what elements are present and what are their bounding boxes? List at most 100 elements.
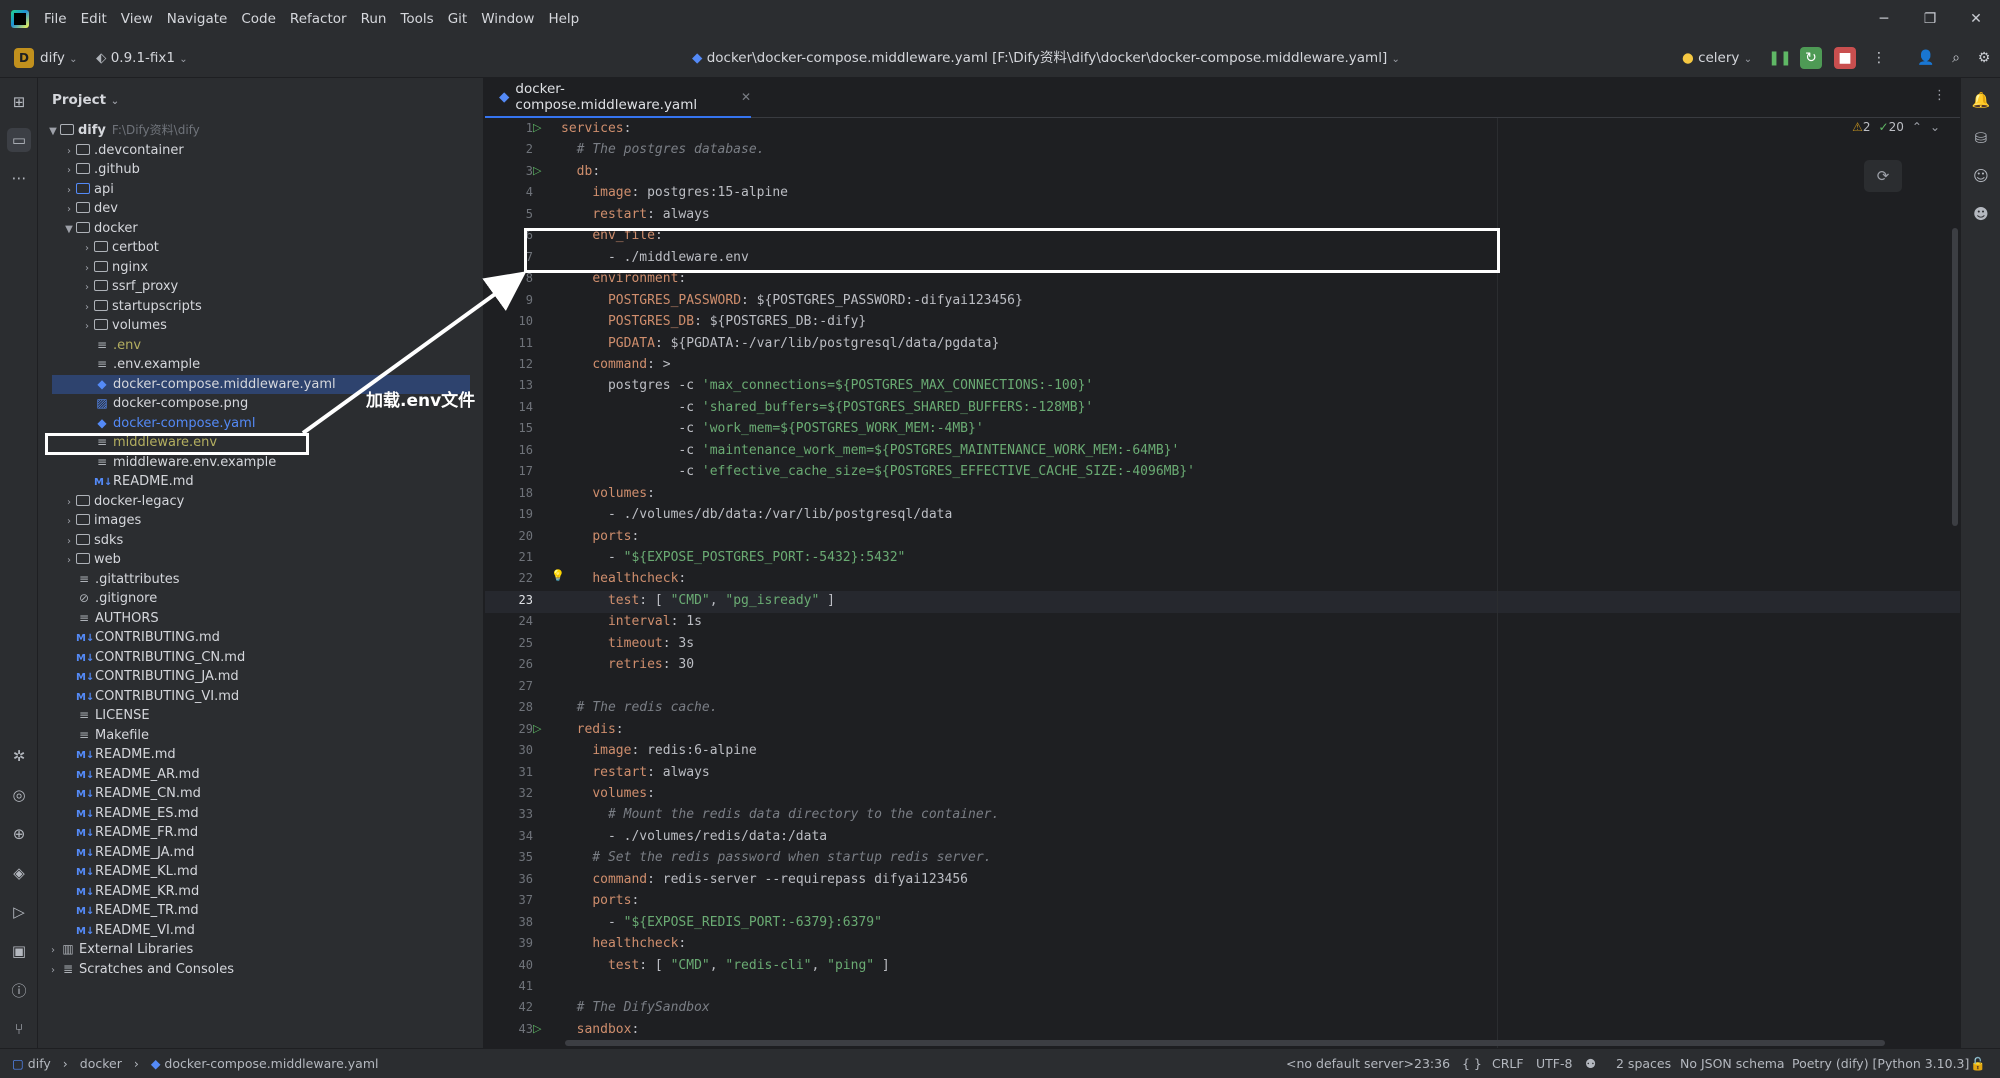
pause-icon[interactable]: ❚❚ (1768, 47, 1791, 69)
code-line[interactable]: # The postgres database. (561, 139, 765, 160)
tree-item-contributing-ja[interactable]: M↓CONTRIBUTING_JA.md (76, 667, 239, 687)
tree-item-nginx[interactable]: › nginx (80, 258, 148, 278)
tree-item-contributing-vi[interactable]: M↓CONTRIBUTING_VI.md (76, 687, 239, 707)
tree-item-docker[interactable]: ▼ docker (62, 219, 138, 239)
inspection-widget[interactable]: ⚠2 ✓20 ⌃ ⌄ (1852, 120, 1940, 134)
code-line[interactable]: ports: (561, 526, 639, 547)
stop-icon[interactable]: ■ (1834, 47, 1856, 69)
code-line[interactable]: ports: (561, 890, 639, 911)
git-icon[interactable]: ⑂ (7, 1017, 31, 1041)
code-line[interactable]: - "${EXPOSE_REDIS_PORT:-6379}:6379" (561, 912, 882, 933)
breadcrumb-dir[interactable]: docker (80, 1056, 122, 1071)
tree-item-images[interactable]: › images (62, 511, 141, 531)
code-line[interactable]: retries: 30 (561, 654, 694, 675)
run-icon[interactable]: ▷ (7, 900, 31, 924)
settings-icon[interactable]: ⚙ (1973, 47, 1995, 69)
debug-icon[interactable]: ✲ (7, 744, 31, 768)
structure-icon[interactable]: ⊞ (7, 90, 31, 114)
menu-tools[interactable]: Tools (393, 0, 440, 38)
run-gutter-icon[interactable]: ▷ (533, 121, 541, 134)
minimize-icon[interactable]: ─ (1862, 0, 1906, 38)
tree-item-devcontainer[interactable]: › .devcontainer (62, 141, 184, 161)
tree-item-makefile[interactable]: ≡ Makefile (76, 726, 149, 746)
menu-help[interactable]: Help (541, 0, 586, 38)
code-line[interactable]: restart: always (561, 762, 709, 783)
breadcrumb-file[interactable]: docker-compose.middleware.yaml (164, 1056, 378, 1071)
code-line[interactable]: # Mount the redis data directory to the … (561, 804, 999, 825)
cursor-position[interactable]: 23:36 (1414, 1049, 1450, 1078)
tree-item-license[interactable]: ≡ LICENSE (76, 706, 150, 726)
project-badge[interactable]: D (14, 48, 34, 68)
notifications-icon[interactable]: 🔔 (1969, 88, 1993, 112)
problems-icon[interactable]: ⓘ (7, 978, 31, 1002)
tree-item-readme-kl[interactable]: M↓README_KL.md (76, 862, 198, 882)
code-line[interactable]: healthcheck: (561, 933, 686, 954)
tree-item-external-libraries[interactable]: › ▥ External Libraries (46, 940, 193, 960)
menu-git[interactable]: Git (441, 0, 475, 38)
file-encoding[interactable]: UTF-8 (1536, 1049, 1572, 1078)
chevron-up-icon[interactable]: ⌃ (1912, 120, 1922, 134)
run-gutter-icon[interactable]: ▷ (533, 164, 541, 177)
project-folder-icon[interactable]: ▭ (7, 128, 31, 152)
menu-file[interactable]: File (37, 0, 74, 38)
menu-view[interactable]: View (114, 0, 160, 38)
more-horizontal-icon[interactable]: ⋯ (7, 166, 31, 190)
code-style-toggle[interactable]: { } (1462, 1049, 1482, 1078)
code-line[interactable]: interval: 1s (561, 611, 702, 632)
tree-item-readme-es[interactable]: M↓README_ES.md (76, 804, 199, 824)
tree-item-certbot[interactable]: › certbot (80, 238, 159, 258)
tree-item-env-example[interactable]: ≡ .env.example (94, 355, 200, 375)
code-line[interactable]: image: redis:6-alpine (561, 740, 756, 761)
database-icon[interactable]: ⛁ (1969, 126, 1993, 150)
tree-item-gitignore[interactable]: ⊘ .gitignore (76, 589, 157, 609)
tab-docker-compose-middleware[interactable]: ◆ docker-compose.middleware.yaml ✕ (485, 78, 751, 118)
tree-item-docker-legacy[interactable]: › docker-legacy (62, 492, 184, 512)
layers-icon[interactable]: ◈ (7, 861, 31, 885)
tree-item-github[interactable]: › .github (62, 160, 140, 180)
code-line[interactable]: volumes: (561, 483, 655, 504)
close-window-icon[interactable]: ✕ (1954, 0, 1998, 38)
server-status[interactable]: <no default server> (1286, 1049, 1414, 1078)
menu-run[interactable]: Run (354, 0, 394, 38)
tree-item-sdks[interactable]: › sdks (62, 531, 123, 551)
run-gutter-icon[interactable]: ▷ (533, 1022, 541, 1035)
ai-status-icon[interactable]: ⚉ (1585, 1049, 1596, 1078)
line-separator[interactable]: CRLF (1492, 1049, 1524, 1078)
tree-item-contributing[interactable]: M↓CONTRIBUTING.md (76, 628, 220, 648)
code-line[interactable]: sandbox: (561, 1019, 640, 1040)
tree-item-readme-ja[interactable]: M↓README_JA.md (76, 843, 194, 863)
tree-item-authors[interactable]: ≡ AUTHORS (76, 609, 159, 629)
code-line[interactable]: db: (561, 161, 600, 182)
code-line[interactable]: POSTGRES_DB: ${POSTGRES_DB:-dify} (561, 311, 866, 332)
run-gutter-icon[interactable]: ▷ (533, 722, 541, 735)
copilot-icon[interactable]: ☻ (1969, 202, 1993, 226)
python-interpreter[interactable]: Poetry (dify) [Python 3.10.3] (1792, 1049, 1969, 1078)
project-selector[interactable]: dify ⌄ (40, 38, 78, 78)
indent-setting[interactable]: 2 spaces (1616, 1049, 1671, 1078)
code-line[interactable]: postgres -c 'max_connections=${POSTGRES_… (561, 375, 1093, 396)
code-line[interactable]: -c 'shared_buffers=${POSTGRES_SHARED_BUF… (561, 397, 1093, 418)
code-line[interactable]: # The redis cache. (561, 697, 718, 718)
code-line[interactable]: test: [ "CMD", "redis-cli", "ping" ] (561, 955, 890, 976)
tree-item-api[interactable]: › api (62, 180, 114, 200)
more-vertical-icon[interactable]: ⋮ (1868, 47, 1890, 69)
tree-item-readme-ar[interactable]: M↓README_AR.md (76, 765, 200, 785)
code-line[interactable]: - ./volumes/redis/data:/data (561, 826, 827, 847)
tree-item-web[interactable]: › web (62, 550, 121, 570)
breadcrumb-root[interactable]: dify (28, 1056, 51, 1071)
tree-item-readme-kr[interactable]: M↓README_KR.md (76, 882, 199, 902)
tree-item-contributing-cn[interactable]: M↓CONTRIBUTING_CN.md (76, 648, 245, 668)
code-line[interactable]: - "${EXPOSE_POSTGRES_PORT:-5432}:5432" (561, 547, 905, 568)
menu-window[interactable]: Window (474, 0, 541, 38)
tree-item-readme-vi[interactable]: M↓README_VI.md (76, 921, 195, 941)
restore-icon[interactable]: ❐ (1908, 0, 1952, 38)
add-user-icon[interactable]: 👤 (1915, 47, 1937, 69)
refresh-icon[interactable]: ⟳ (1864, 160, 1902, 192)
tree-item-scratches[interactable]: › ≣ Scratches and Consoles (46, 960, 234, 980)
code-line[interactable]: services: (561, 118, 631, 139)
code-line[interactable]: volumes: (561, 783, 655, 804)
tree-root[interactable]: ▼ dify F:\Dify资料\dify (46, 121, 200, 141)
menu-refactor[interactable]: Refactor (283, 0, 354, 38)
code-line[interactable]: restart: always (561, 204, 709, 225)
lock-icon[interactable]: 🔓 (1970, 1049, 1986, 1078)
